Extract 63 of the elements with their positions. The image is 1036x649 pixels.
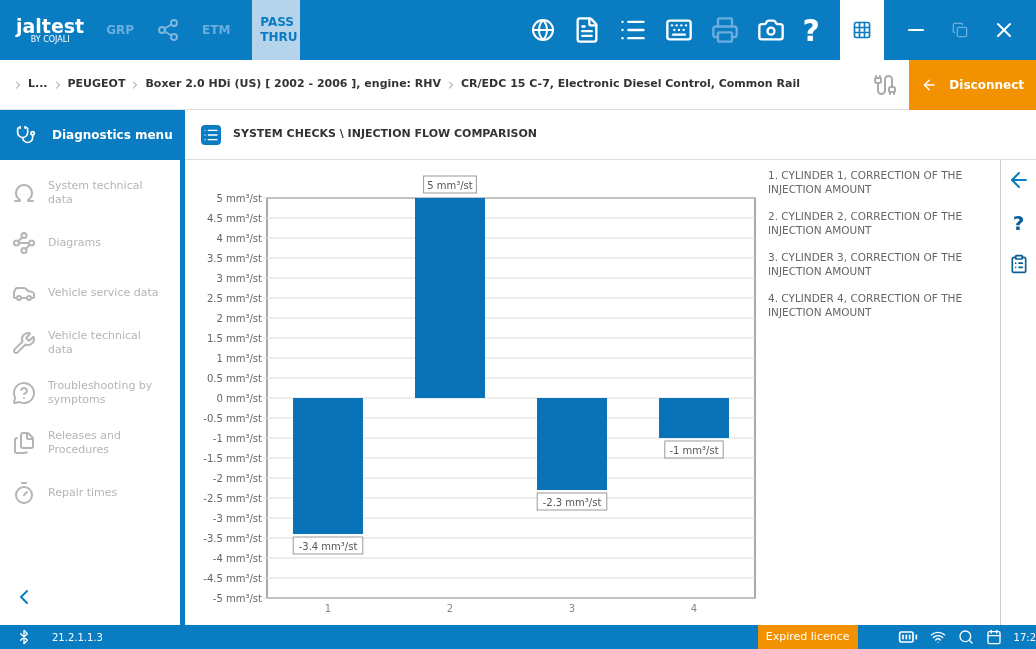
value-label: -2.3 mm³/st: [536, 492, 608, 511]
panel-title: SYSTEM CHECKS \ INJECTION FLOW COMPARISON: [233, 126, 537, 143]
help-icon[interactable]: ?: [802, 7, 820, 53]
wrench-icon: [12, 331, 36, 355]
version-label: 21.2.1.1.3: [52, 630, 103, 645]
breadcrumb-item[interactable]: L...: [28, 76, 48, 93]
legend-item: 4. CYLINDER 4, CORRECTION OF THE INJECTION AMOUNT: [768, 290, 964, 320]
y-tick-label: -0.5 mm³/st: [203, 412, 262, 424]
y-tick-label: -4.5 mm³/st: [203, 572, 262, 584]
y-tick-label: -2 mm³/st: [212, 472, 262, 484]
globe-icon[interactable]: [530, 18, 555, 42]
wifi-icon: [929, 629, 946, 645]
omega-icon: [12, 181, 36, 205]
grid-icon[interactable]: [852, 20, 872, 40]
y-tick-label: 4 mm³/st: [216, 232, 262, 244]
y-tick-label: 0.5 mm³/st: [206, 372, 262, 384]
y-tick-label: -5 mm³/st: [212, 592, 262, 604]
logo: jaltest BY COJALI: [16, 16, 85, 44]
y-tick-label: 1 mm³/st: [216, 352, 262, 364]
top-tab[interactable]: GRP: [96, 0, 145, 60]
documents-icon: [12, 431, 36, 455]
x-tick-label: 1: [324, 603, 332, 614]
y-tick-label: 4.5 mm³/st: [206, 212, 262, 224]
y-tick-label: 2 mm³/st: [216, 312, 262, 324]
zoom-icon[interactable]: [957, 629, 974, 645]
legend-item: 1. CYLINDER 1, CORRECTION OF THE INJECTION AMOUNT: [768, 168, 964, 197]
stopwatch-icon: [12, 481, 36, 505]
y-tick-label: -1 mm³/st: [212, 432, 262, 444]
cable-icon: [873, 72, 897, 97]
y-tick-label: 5 mm³/st: [216, 192, 262, 204]
breadcrumb-item[interactable]: CR/EDC 15 C-7, Electronic Diesel Control, Common Rail: [461, 76, 800, 93]
x-tick-label: 4: [690, 603, 698, 614]
help-icon[interactable]: ?: [1012, 208, 1025, 238]
y-tick-label: 0 mm³/st: [216, 392, 262, 404]
x-tick-label: 2: [446, 603, 454, 614]
clock: 17:2: [1013, 630, 1036, 645]
y-tick-label: -3 mm³/st: [212, 512, 262, 524]
calendar-icon[interactable]: [985, 629, 1002, 645]
y-tick-label: -1.5 mm³/st: [203, 452, 262, 464]
value-label: -1 mm³/st: [664, 440, 724, 459]
legend-item: 3. CYLINDER 3, CORRECTION OF THE INJECTION AMOUNT: [768, 249, 964, 279]
y-tick-label: -2.5 mm³/st: [203, 492, 262, 504]
x-tick-label: 3: [568, 603, 576, 614]
title-icon: [201, 124, 221, 145]
diagram-icon: [12, 231, 36, 255]
licence-status: Expired licence: [757, 625, 858, 649]
y-tick-label: 2.5 mm³/st: [206, 292, 262, 304]
legend-item: 2. CYLINDER 2, CORRECTION OF THE INJECTION AMOUNT: [768, 208, 964, 238]
y-tick-label: -4 mm³/st: [212, 552, 262, 564]
sidebar-header[interactable]: Diagnostics menu: [0, 110, 180, 160]
question-bubble-icon: [12, 381, 36, 405]
top-tab[interactable]: PASS THRU: [252, 0, 301, 60]
y-tick-label: 3.5 mm³/st: [206, 252, 262, 264]
y-tick-label: -3.5 mm³/st: [203, 532, 262, 544]
value-label: 5 mm³/st: [423, 175, 477, 194]
stethoscope-icon: [16, 125, 36, 145]
y-tick-label: 3 mm³/st: [216, 272, 262, 284]
breadcrumb-item[interactable]: PEUGEOT: [67, 76, 126, 93]
breadcrumb-item[interactable]: Boxer 2.0 HDi (US) [ 2002 - 2006 ], engine: RHV: [145, 76, 442, 93]
disconnect-button[interactable]: Disconnect: [909, 59, 1036, 110]
y-tick-label: 1.5 mm³/st: [206, 332, 262, 344]
top-tab[interactable]: ETM: [192, 0, 241, 60]
value-label: -3.4 mm³/st: [292, 536, 364, 555]
